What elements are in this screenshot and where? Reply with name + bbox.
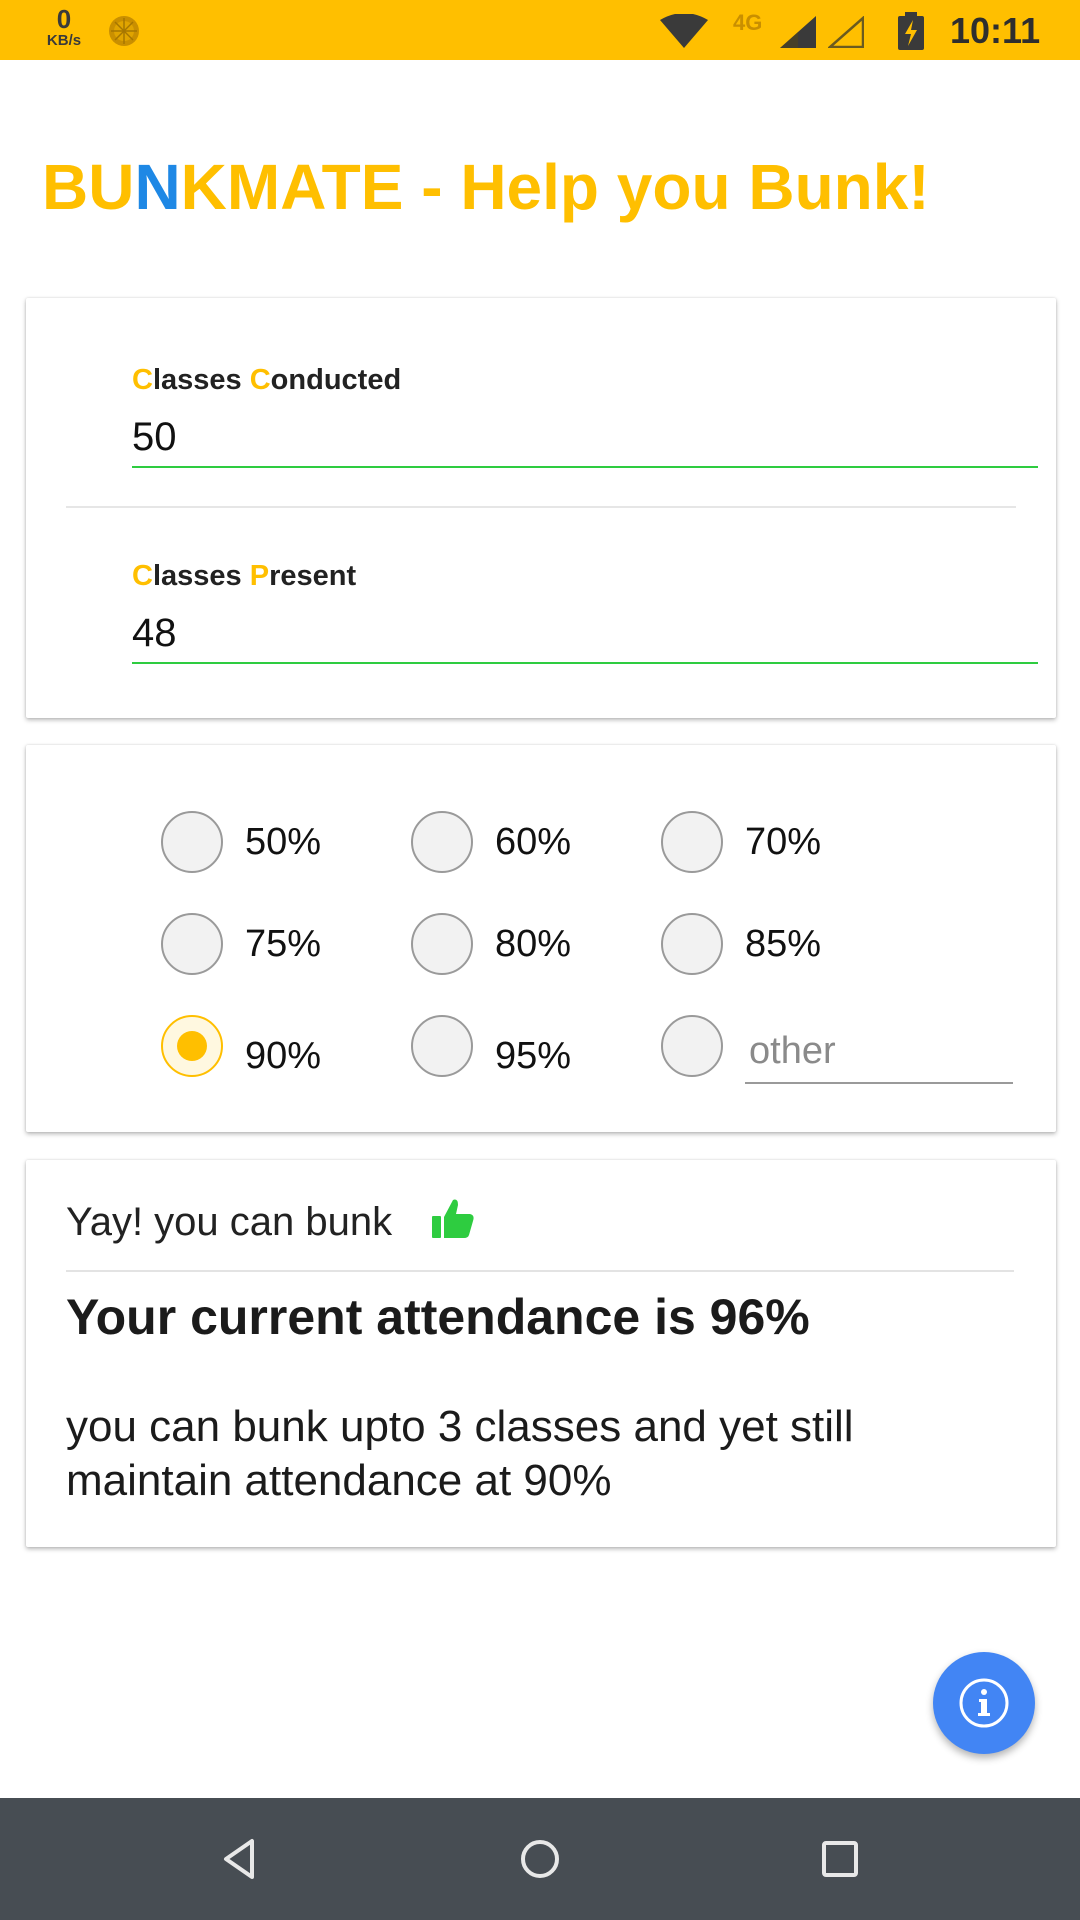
- signal-icon: [780, 16, 816, 48]
- radio-label: 90%: [245, 1035, 322, 1077]
- label-text: lasses: [152, 364, 250, 396]
- radio-label: 95%: [495, 1035, 572, 1077]
- classes-conducted-field: Classes Conducted: [108, 330, 1040, 490]
- label-initial: C: [132, 364, 153, 396]
- network-speed: 0 KB/s: [42, 6, 86, 48]
- title-accent-letter: N: [134, 151, 181, 223]
- label-text: lasses: [152, 560, 250, 592]
- title-part-1: BU: [42, 151, 135, 223]
- home-icon[interactable]: [516, 1835, 564, 1883]
- info-icon: [959, 1678, 1009, 1728]
- radio-circle[interactable]: [411, 1015, 473, 1077]
- radio-label: 60%: [495, 821, 572, 863]
- status-bar: 0 KB/s 4G 10:11: [0, 0, 1080, 60]
- app-title: BUNKMATE - Help you Bunk!: [42, 150, 930, 224]
- radio-circle[interactable]: [161, 913, 223, 975]
- classes-present-label: Classes Present: [132, 560, 356, 593]
- radio-label: 50%: [245, 821, 322, 863]
- label-initial: C: [132, 560, 153, 592]
- radio-label: 75%: [245, 923, 322, 965]
- other-percentage-input[interactable]: [745, 1020, 1013, 1084]
- radio-circle[interactable]: [661, 913, 723, 975]
- result-divider: [66, 1270, 1014, 1272]
- classes-input-card: Classes Conducted Classes Present: [26, 298, 1056, 718]
- radio-circle[interactable]: [661, 1015, 723, 1077]
- signal-empty-icon: [828, 16, 864, 48]
- wifi-icon: [660, 14, 708, 48]
- clock: 10:11: [950, 10, 1041, 51]
- classes-present-input[interactable]: [132, 604, 1038, 664]
- bunk-message: you can bunk upto 3 classes and yet stil…: [66, 1402, 854, 1505]
- network-speed-value: 0: [56, 4, 72, 34]
- back-icon[interactable]: [216, 1835, 264, 1883]
- label-text: onducted: [270, 364, 402, 396]
- bunk-status-text: Yay! you can bunk: [66, 1200, 393, 1244]
- classes-conducted-label: Classes Conducted: [132, 364, 401, 397]
- radio-circle[interactable]: [161, 811, 223, 873]
- network-speed-unit: KB/s: [46, 32, 82, 49]
- current-attendance-text: Your current attendance is 96%: [66, 1289, 810, 1345]
- battery-charging-icon: [898, 12, 924, 50]
- radio-circle-checked[interactable]: [161, 1015, 223, 1077]
- navigation-bar: [0, 1798, 1080, 1920]
- label-text: resent: [269, 560, 357, 592]
- radio-label: 80%: [495, 923, 572, 965]
- radio-circle[interactable]: [661, 811, 723, 873]
- radio-label: 85%: [745, 923, 822, 965]
- radio-label: 70%: [745, 821, 822, 863]
- network-type: 4G: [733, 10, 763, 35]
- classes-conducted-input[interactable]: [132, 408, 1038, 468]
- label-initial: P: [249, 560, 270, 592]
- recents-icon[interactable]: [816, 1835, 864, 1883]
- sun-icon: [109, 16, 139, 46]
- info-button[interactable]: [933, 1652, 1035, 1754]
- radio-circle[interactable]: [411, 811, 473, 873]
- title-part-2: KMATE - Help you Bunk!: [180, 151, 930, 223]
- field-divider: [66, 506, 1016, 508]
- thumbs-up-icon: [432, 1199, 474, 1238]
- classes-present-field: Classes Present: [108, 526, 1040, 686]
- radio-circle[interactable]: [411, 913, 473, 975]
- label-initial: C: [249, 364, 271, 396]
